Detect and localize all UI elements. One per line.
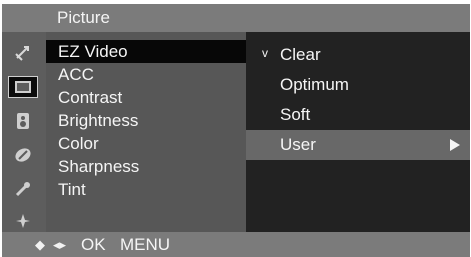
up-down-arrows-icon: ◆ <box>35 237 45 252</box>
tv-osd-window: Picture EZ Video ACC Contrast Brightness… <box>2 4 470 257</box>
navigation-hint-bar: ◆ ◂▸ OK MENU <box>2 232 470 257</box>
menu-item-label: Contrast <box>58 88 123 107</box>
menu-item-acc[interactable]: ACC <box>46 63 246 86</box>
special-menu-icon[interactable] <box>8 210 38 232</box>
antenna-icon[interactable] <box>8 42 38 64</box>
menu-title: Picture <box>57 8 110 27</box>
lock-icon[interactable] <box>8 178 38 200</box>
ez-video-submenu: v Clear Optimum Soft User <box>246 32 470 232</box>
category-icon-bar <box>2 32 46 232</box>
submenu-item-optimum[interactable]: Optimum <box>246 70 470 100</box>
submenu-item-label: Clear <box>280 45 321 64</box>
menu-item-label: Brightness <box>58 111 139 130</box>
picture-menu-list: EZ Video ACC Contrast Brightness Color S… <box>46 32 246 232</box>
menu-hint: MENU <box>120 235 171 254</box>
menu-item-label: Tint <box>58 180 86 199</box>
right-arrow-icon <box>450 139 460 151</box>
menu-item-label: EZ Video <box>58 42 128 61</box>
menu-item-tint[interactable]: Tint <box>46 178 246 201</box>
ok-hint: OK <box>81 235 106 254</box>
submenu-item-soft[interactable]: Soft <box>246 100 470 130</box>
menu-item-contrast[interactable]: Contrast <box>46 86 246 109</box>
audio-speaker-icon[interactable] <box>8 110 38 132</box>
menu-item-brightness[interactable]: Brightness <box>46 109 246 132</box>
submenu-item-label: Optimum <box>280 75 349 94</box>
menu-item-sharpness[interactable]: Sharpness <box>46 155 246 178</box>
picture-icon[interactable] <box>8 76 38 98</box>
submenu-item-label: Soft <box>280 105 311 124</box>
submenu-item-user[interactable]: User <box>246 130 470 160</box>
left-right-arrows-icon: ◂▸ <box>53 237 67 252</box>
menu-item-label: Color <box>58 134 99 153</box>
menu-item-label: Sharpness <box>58 157 140 176</box>
clock-icon[interactable] <box>8 144 38 166</box>
checked-mark: v <box>262 46 268 60</box>
submenu-item-label: User <box>280 135 316 154</box>
menu-item-ez-video[interactable]: EZ Video <box>46 40 246 63</box>
menu-item-color[interactable]: Color <box>46 132 246 155</box>
title-bar: Picture <box>2 4 470 32</box>
menu-item-label: ACC <box>58 65 94 84</box>
submenu-item-clear[interactable]: v Clear <box>246 40 470 70</box>
